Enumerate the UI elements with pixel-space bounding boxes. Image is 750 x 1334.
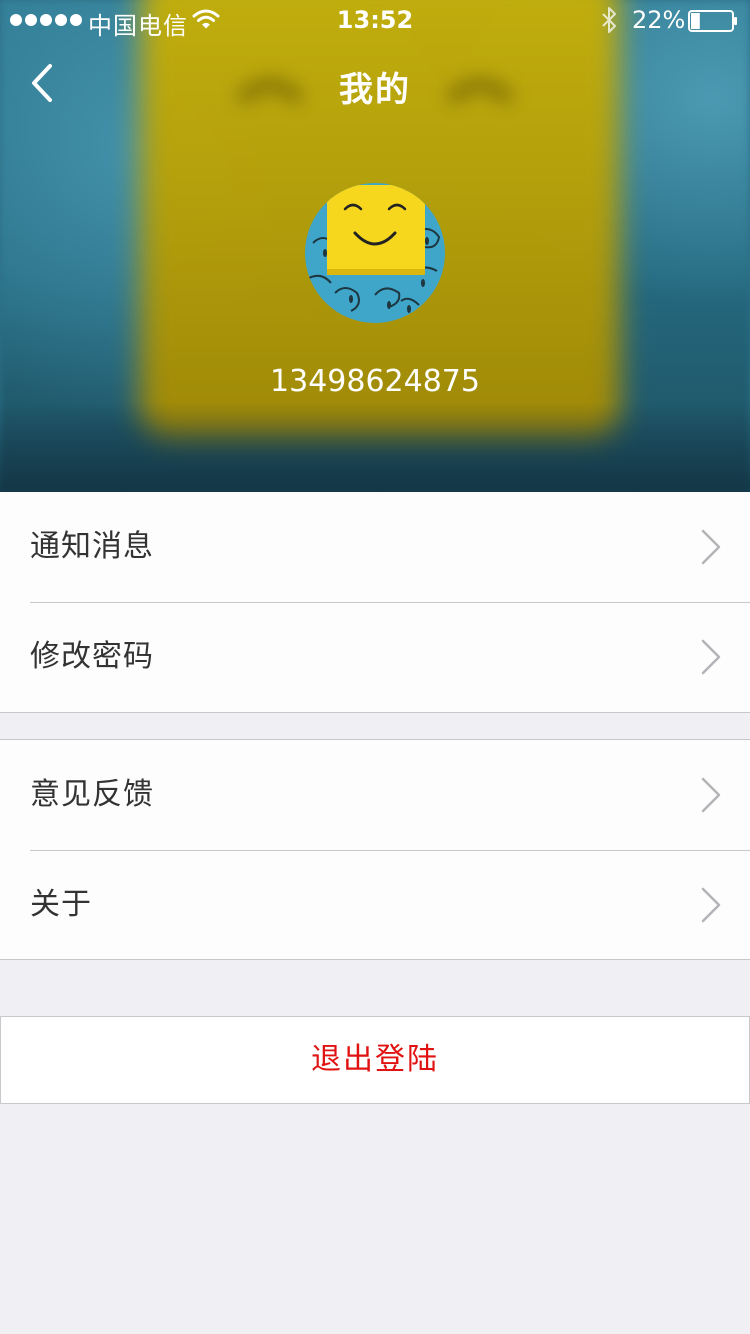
menu-item-feedback[interactable]: 意见反馈: [0, 740, 750, 850]
menu-item-about[interactable]: 关于: [0, 850, 750, 960]
battery-icon: [688, 10, 737, 32]
chevron-right-icon: [701, 639, 721, 675]
chevron-right-icon: [701, 887, 721, 923]
battery-percentage: 22%: [632, 6, 686, 34]
profile-page: 中国电信 13:52 22% 我的 13498624875 通知消息 修改密码 …: [0, 0, 750, 1334]
menu-group-account: 通知消息 修改密码: [0, 492, 750, 713]
menu-group-info: 意见反馈 关于: [0, 739, 750, 960]
menu-item-change-password[interactable]: 修改密码: [0, 602, 750, 712]
menu-item-label: 意见反馈: [30, 777, 154, 812]
page-title: 我的: [339, 70, 411, 110]
menu-item-label: 通知消息: [30, 529, 154, 564]
profile-header: 中国电信 13:52 22% 我的 13498624875: [0, 0, 750, 492]
avatar[interactable]: [305, 183, 445, 323]
menu-item-notifications[interactable]: 通知消息: [0, 492, 750, 602]
chevron-right-icon: [701, 777, 721, 813]
chevron-right-icon: [701, 529, 721, 565]
bluetooth-icon: [602, 7, 616, 33]
phone-number: 13498624875: [270, 364, 480, 399]
header-bottom-shade: [0, 402, 750, 492]
logout-button[interactable]: 退出登陆: [0, 1016, 750, 1104]
status-bar: 中国电信 13:52 22%: [0, 0, 750, 40]
menu-item-label: 修改密码: [30, 639, 154, 674]
menu-item-label: 关于: [30, 887, 92, 922]
